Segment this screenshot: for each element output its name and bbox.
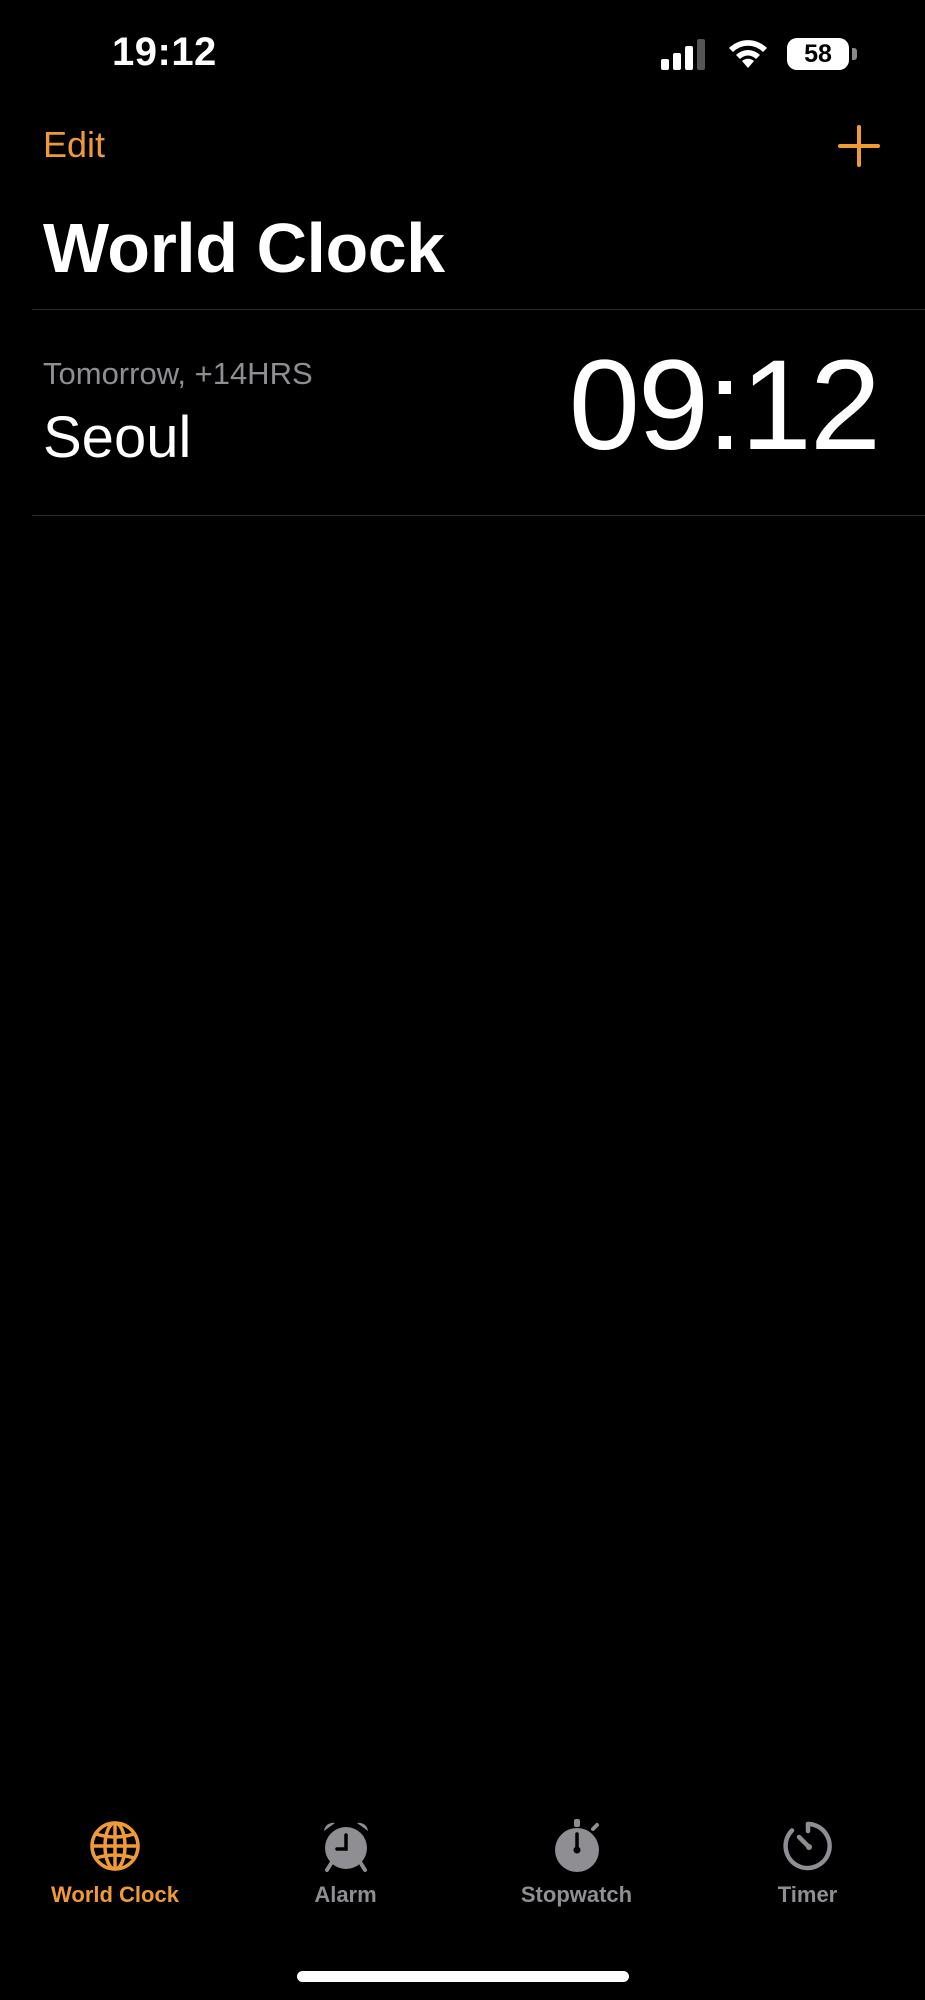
tab-alarm[interactable]: Alarm: [230, 1818, 461, 1928]
divider: [32, 515, 925, 516]
wifi-icon: [729, 40, 767, 68]
page-title: World Clock: [43, 209, 445, 287]
home-indicator[interactable]: [297, 1971, 629, 1982]
tab-stopwatch[interactable]: Stopwatch: [461, 1818, 692, 1928]
tab-world-clock[interactable]: World Clock: [0, 1818, 230, 1928]
tab-timer[interactable]: Timer: [692, 1818, 923, 1928]
edit-button[interactable]: Edit: [43, 124, 105, 166]
tab-label: Timer: [777, 1882, 838, 1907]
tab-label: Stopwatch: [520, 1882, 633, 1907]
plus-icon[interactable]: [837, 124, 881, 168]
signal-icon: [661, 39, 705, 70]
alarm-clock-icon: [323, 1822, 368, 1872]
tab-label: Alarm: [314, 1882, 377, 1907]
status-bar: 19:12 58: [0, 0, 925, 110]
timer-icon: [782, 1821, 832, 1871]
battery-icon: 58: [787, 38, 857, 70]
globe-icon: [90, 1821, 140, 1871]
clock-city: Seoul: [43, 405, 192, 470]
clock-time: 09:12: [568, 334, 881, 477]
tab-label: World Clock: [51, 1882, 179, 1907]
clock-row-seoul[interactable]: Tomorrow, +14HRS Seoul 09:12: [0, 310, 925, 516]
status-icons: 58: [661, 36, 857, 72]
status-time: 19:12: [112, 30, 217, 74]
stopwatch-icon: [554, 1819, 599, 1872]
clock-offset: Tomorrow, +14HRS: [43, 356, 313, 391]
battery-level: 58: [787, 38, 849, 70]
tab-bar: World Clock Alarm Stopwatch Timer: [0, 1818, 925, 1928]
battery-tip: [852, 48, 857, 60]
